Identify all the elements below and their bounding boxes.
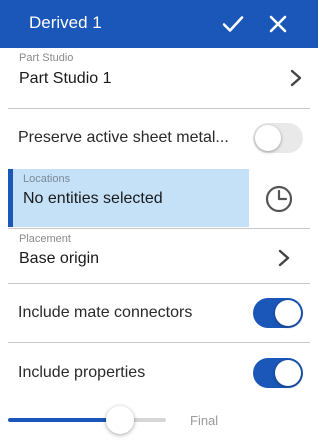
include-mate-connectors-label: Include mate connectors [18, 304, 193, 321]
slider-handle[interactable] [106, 406, 134, 434]
locations-selection-field[interactable]: Locations No entities selected [8, 169, 249, 227]
placement-label: Placement [19, 233, 71, 245]
toggle-knob [255, 125, 281, 151]
placement-field[interactable]: Placement Base origin [0, 229, 318, 283]
clock-icon[interactable] [264, 184, 294, 214]
include-properties-row: Include properties [0, 343, 318, 401]
part-studio-label: Part Studio [19, 52, 74, 64]
include-mate-connectors-row: Include mate connectors [0, 284, 318, 342]
include-mate-connectors-toggle[interactable] [253, 298, 303, 328]
confirm-check-icon[interactable] [221, 12, 245, 36]
include-properties-label: Include properties [18, 364, 146, 381]
dialog-header: Derived 1 [0, 0, 318, 48]
include-properties-toggle[interactable] [253, 358, 303, 388]
dialog-title: Derived 1 [29, 13, 102, 32]
close-icon[interactable] [266, 12, 290, 36]
locations-label: Locations [23, 173, 71, 185]
preserve-sheet-metal-row: Preserve active sheet metal... [0, 109, 318, 168]
slider-end-label: Final [190, 413, 219, 428]
part-studio-field[interactable]: Part Studio Part Studio 1 [0, 48, 318, 108]
toggle-knob [275, 360, 301, 386]
chevron-right-icon [290, 69, 302, 87]
locations-value: No entities selected [23, 190, 163, 207]
chevron-right-icon [278, 249, 290, 267]
placement-value: Base origin [19, 250, 100, 267]
preserve-sheet-metal-toggle[interactable] [253, 123, 303, 153]
preserve-sheet-metal-label: Preserve active sheet metal... [18, 129, 229, 146]
toggle-knob [275, 300, 301, 326]
part-studio-value: Part Studio 1 [19, 70, 112, 87]
slider-track-filled [8, 418, 120, 422]
